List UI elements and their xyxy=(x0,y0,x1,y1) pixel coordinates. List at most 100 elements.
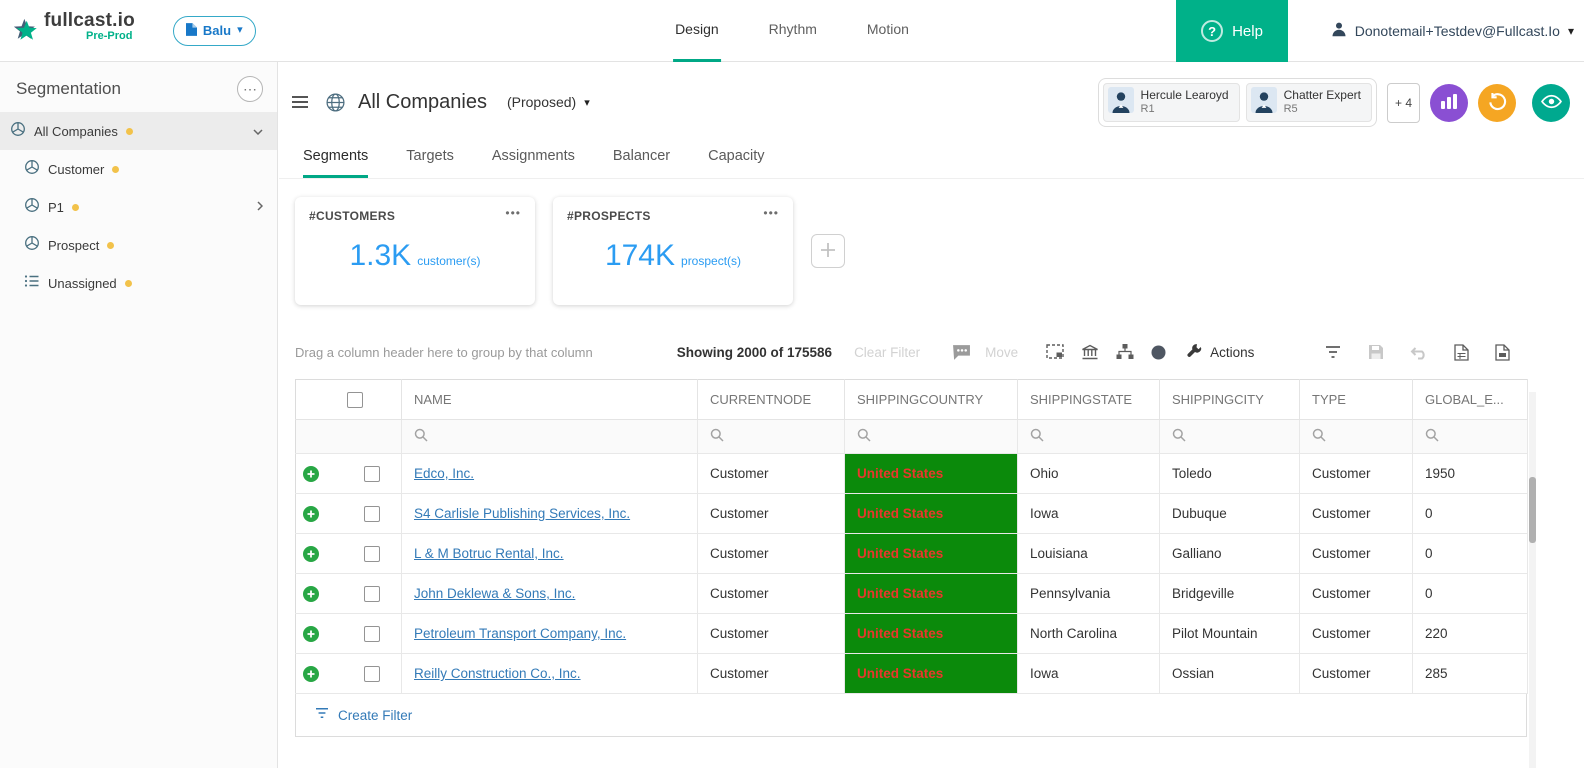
company-link[interactable]: John Deklewa & Sons, Inc. xyxy=(414,586,575,601)
search-icon xyxy=(710,428,724,442)
tab-assignments[interactable]: Assignments xyxy=(492,148,575,178)
analytics-button[interactable] xyxy=(1430,83,1468,122)
company-link[interactable]: Edco, Inc. xyxy=(414,466,474,481)
chevron-down-icon[interactable] xyxy=(253,122,263,140)
segmentation-sidebar: Segmentation ⋯ All Companies Customer P1 xyxy=(0,62,278,768)
search-icon xyxy=(1030,428,1044,442)
comments-icon[interactable] xyxy=(952,344,971,361)
column-header-shippingcountry[interactable]: SHIPPINGCOUNTRY xyxy=(844,379,1018,420)
create-filter-link[interactable]: Create Filter xyxy=(338,708,412,723)
column-header-name[interactable]: NAME xyxy=(401,379,698,420)
add-to-segment-button[interactable] xyxy=(303,545,319,562)
row-checkbox[interactable] xyxy=(364,505,380,522)
row-checkbox[interactable] xyxy=(364,465,380,482)
plan-mode-dropdown[interactable]: (Proposed) ▾ xyxy=(507,94,590,110)
sidebar-item-customer[interactable]: Customer xyxy=(0,150,277,188)
cell-currentnode: Customer xyxy=(697,493,845,534)
add-to-segment-button[interactable] xyxy=(303,625,319,642)
company-link[interactable]: L & M Botruc Rental, Inc. xyxy=(414,546,564,561)
sidebar-item-prospect[interactable]: Prospect xyxy=(0,226,277,264)
person-chip[interactable]: Hercule Learoyd R1 xyxy=(1102,83,1240,122)
history-button[interactable] xyxy=(1478,83,1516,122)
add-to-segment-button[interactable] xyxy=(303,585,319,602)
row-checkbox[interactable] xyxy=(364,665,380,682)
tab-segments[interactable]: Segments xyxy=(303,148,369,178)
menu-hamburger-icon[interactable] xyxy=(291,95,309,109)
bank-icon[interactable] xyxy=(1081,344,1099,360)
tab-targets[interactable]: Targets xyxy=(406,148,454,178)
avatar xyxy=(1107,87,1134,118)
filter-cell-shippingcountry[interactable] xyxy=(844,419,1018,454)
tab-capacity[interactable]: Capacity xyxy=(708,148,764,178)
actions-menu[interactable]: Actions xyxy=(1186,342,1254,362)
nav-item-rhythm[interactable]: Rhythm xyxy=(767,0,819,62)
sidebar-item-unassigned[interactable]: Unassigned xyxy=(0,264,277,302)
column-header-shippingcity[interactable]: SHIPPINGCITY xyxy=(1159,379,1300,420)
user-account-menu[interactable]: Donotemail+Testdev@Fullcast.Io ▾ xyxy=(1331,0,1574,62)
assigned-people-group: Hercule Learoyd R1 Chatter Expert R5 xyxy=(1097,78,1377,127)
cell-type: Customer xyxy=(1299,573,1413,614)
export-excel-icon[interactable] xyxy=(1454,343,1469,361)
nav-item-design[interactable]: Design xyxy=(673,0,721,62)
save-icon[interactable] xyxy=(1368,344,1384,360)
filter-cell-shippingstate[interactable] xyxy=(1017,419,1160,454)
tab-balancer[interactable]: Balancer xyxy=(613,148,670,178)
row-checkbox[interactable] xyxy=(364,585,380,602)
env-badge: Pre-Prod xyxy=(86,30,133,42)
row-checkbox[interactable] xyxy=(364,625,380,642)
filter-cell-global[interactable] xyxy=(1412,419,1528,454)
move-button[interactable]: Move xyxy=(985,345,1018,360)
card-menu-icon[interactable]: ••• xyxy=(505,207,521,219)
logo-star-icon xyxy=(12,17,40,50)
filter-cell-type[interactable] xyxy=(1299,419,1413,454)
company-link[interactable]: S4 Carlisle Publishing Services, Inc. xyxy=(414,506,630,521)
hierarchy-icon[interactable] xyxy=(1116,344,1134,360)
filter-row xyxy=(295,419,1528,454)
company-link[interactable]: Reilly Construction Co., Inc. xyxy=(414,666,581,681)
filter-cell-name[interactable] xyxy=(401,419,698,454)
workspace-selector-button[interactable]: Balu ▾ xyxy=(172,15,256,46)
filter-cell-empty xyxy=(295,419,402,454)
add-to-segment-button[interactable] xyxy=(303,665,319,682)
scrollbar-thumb[interactable] xyxy=(1529,477,1536,543)
person-name: Chatter Expert xyxy=(1283,88,1361,103)
chevron-down-icon: ▾ xyxy=(584,96,590,109)
chevron-down-icon: ▾ xyxy=(237,24,243,36)
person-chip[interactable]: Chatter Expert R5 xyxy=(1245,83,1372,122)
filter-builder-icon[interactable] xyxy=(1324,345,1342,359)
sidebar-item-all-companies[interactable]: All Companies xyxy=(0,112,277,150)
export-selected-icon[interactable] xyxy=(1495,343,1510,361)
help-button[interactable]: ? Help xyxy=(1176,0,1288,62)
add-card-button[interactable] xyxy=(811,234,845,268)
search-icon xyxy=(1312,428,1326,442)
nav-item-motion[interactable]: Motion xyxy=(865,0,911,62)
circle-icon[interactable] xyxy=(1151,345,1166,360)
row-checkbox[interactable] xyxy=(364,545,380,562)
sidebar-options-button[interactable]: ⋯ xyxy=(237,76,263,102)
eye-icon xyxy=(1540,94,1562,112)
more-people-button[interactable]: + 4 xyxy=(1386,82,1420,123)
cell-shippingstate: Louisiana xyxy=(1017,533,1160,574)
filter-cell-shippingcity[interactable] xyxy=(1159,419,1300,454)
chevron-right-icon[interactable] xyxy=(257,198,264,216)
clear-filter-button[interactable]: Clear Filter xyxy=(854,345,920,360)
column-header-shippingstate[interactable]: SHIPPINGSTATE xyxy=(1017,379,1160,420)
column-header-type[interactable]: TYPE xyxy=(1299,379,1413,420)
ellipsis-icon: ⋯ xyxy=(243,80,257,97)
undo-icon[interactable] xyxy=(1410,345,1428,360)
preview-button[interactable] xyxy=(1532,83,1570,122)
add-to-segment-button[interactable] xyxy=(303,505,319,522)
header-row: NAME CURRENTNODE SHIPPINGCOUNTRY SHIPPIN… xyxy=(295,379,1528,420)
add-to-segment-button[interactable] xyxy=(303,465,319,482)
history-icon xyxy=(1488,92,1507,114)
sidebar-item-p1[interactable]: P1 xyxy=(0,188,277,226)
column-header-currentnode[interactable]: CURRENTNODE xyxy=(697,379,845,420)
segment-icon xyxy=(24,197,40,218)
marquee-select-icon[interactable] xyxy=(1046,344,1064,360)
company-link[interactable]: Petroleum Transport Company, Inc. xyxy=(414,626,626,641)
select-all-checkbox[interactable] xyxy=(346,391,363,408)
card-menu-icon[interactable]: ••• xyxy=(763,207,779,219)
grid-scrollbar[interactable] xyxy=(1529,392,1536,768)
column-header-global[interactable]: GLOBAL_E... xyxy=(1412,379,1528,420)
filter-cell-currentnode[interactable] xyxy=(697,419,845,454)
